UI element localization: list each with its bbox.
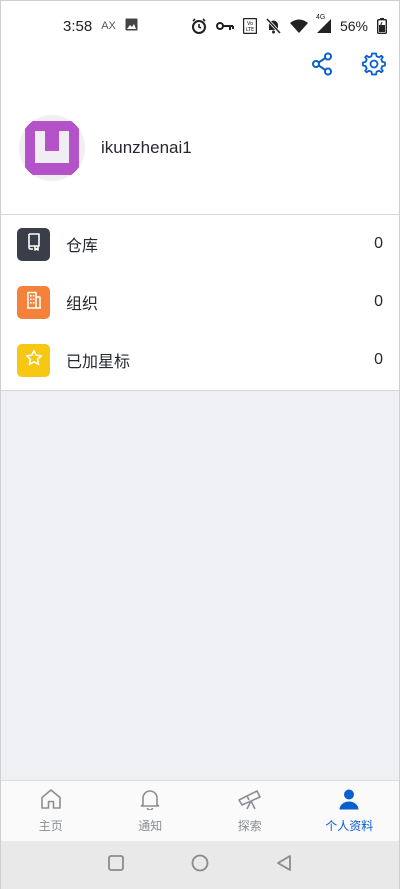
signal-icon: 4G xyxy=(316,14,331,33)
organization-icon xyxy=(26,291,42,313)
bottom-tab-bar: 主页 通知 探索 个人资料 xyxy=(1,780,399,841)
image-notification-icon xyxy=(125,18,138,35)
share-button[interactable] xyxy=(309,52,335,80)
mute-bell-icon xyxy=(265,18,281,34)
person-icon xyxy=(338,788,360,814)
status-left: 3:58 AX xyxy=(63,18,138,35)
status-right: Vo LTE 4G 56% xyxy=(191,14,387,34)
list-item-organizations[interactable]: 组织 0 xyxy=(1,273,399,331)
list-item-starred[interactable]: 已加星标 0 xyxy=(1,331,399,389)
profile-menu-list: 仓库 0 组织 0 已加星标 0 xyxy=(1,215,399,389)
list-item-label: 已加星标 xyxy=(66,352,131,371)
recents-button[interactable] xyxy=(105,854,127,876)
list-item-count: 0 xyxy=(374,235,383,252)
list-item-count: 0 xyxy=(374,351,383,368)
repo-icon-tile xyxy=(17,227,50,261)
telescope-icon xyxy=(237,788,263,814)
svg-text:LTE: LTE xyxy=(246,27,254,33)
tab-label: 探索 xyxy=(237,819,262,833)
triangle-back-icon xyxy=(276,854,292,876)
tab-label: 主页 xyxy=(38,819,63,833)
home-icon xyxy=(40,788,62,814)
system-navigation-bar xyxy=(1,841,399,889)
settings-button[interactable] xyxy=(361,52,387,80)
network-type-label: 4G xyxy=(315,14,326,21)
bell-icon xyxy=(139,788,161,814)
star-icon-tile xyxy=(17,343,50,377)
gear-icon xyxy=(362,52,386,80)
status-ax-label: AX xyxy=(101,20,116,32)
list-item-count: 0 xyxy=(374,293,383,310)
tab-label: 通知 xyxy=(138,819,163,833)
share-icon xyxy=(311,52,333,80)
tab-notifications[interactable]: 通知 xyxy=(101,781,201,841)
avatar-identicon xyxy=(25,121,79,175)
tab-explore[interactable]: 探索 xyxy=(200,781,300,841)
alarm-icon xyxy=(191,18,207,34)
vpn-key-icon xyxy=(215,20,234,32)
home-nav-button[interactable] xyxy=(189,854,211,876)
tab-home[interactable]: 主页 xyxy=(1,781,101,841)
status-time: 3:58 xyxy=(63,17,93,35)
circle-icon xyxy=(191,854,209,876)
profile-header: ikunzhenai1 xyxy=(19,115,192,181)
wifi-icon xyxy=(289,19,308,33)
list-item-repositories[interactable]: 仓库 0 xyxy=(1,215,399,273)
empty-content-area xyxy=(1,391,399,780)
back-button[interactable] xyxy=(273,854,295,876)
star-icon xyxy=(25,349,43,371)
repo-icon xyxy=(26,233,42,255)
avatar[interactable] xyxy=(19,115,85,181)
square-icon xyxy=(108,855,124,875)
list-item-label: 组织 xyxy=(66,294,99,313)
tab-profile[interactable]: 个人资料 xyxy=(300,781,400,841)
battery-percent: 56% xyxy=(339,18,368,34)
tab-label: 个人资料 xyxy=(325,819,374,833)
organization-icon-tile xyxy=(17,285,50,319)
header-actions xyxy=(309,52,387,80)
volte-icon: Vo LTE xyxy=(242,18,257,34)
list-item-label: 仓库 xyxy=(66,236,99,255)
username: ikunzhenai1 xyxy=(101,138,192,157)
battery-icon xyxy=(377,18,387,34)
status-bar: 3:58 AX Vo LTE 4G 56% xyxy=(1,1,399,51)
